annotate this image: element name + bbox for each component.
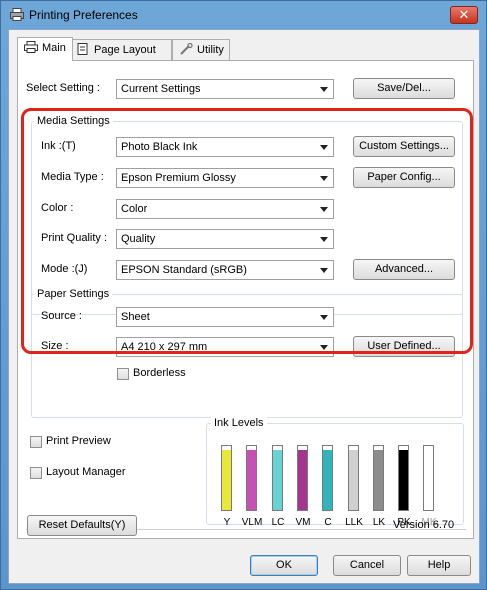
close-button[interactable]: ✕ <box>450 6 478 24</box>
title-bar[interactable]: Printing Preferences ✕ <box>1 1 486 29</box>
ink-label-y: Y <box>223 517 231 528</box>
ink-bar-fill-lc <box>273 450 282 510</box>
dialog-client: Main Page Layout Utility Select Setting … <box>8 29 480 584</box>
tab-page-layout[interactable]: Page Layout <box>69 39 172 60</box>
ink-bar-c <box>322 445 333 511</box>
ink-label-lc: LC <box>271 517 285 528</box>
help-button[interactable]: Help <box>407 555 471 576</box>
ink-bar-fill-c <box>323 450 332 510</box>
ink-bar-vlm <box>246 445 257 511</box>
ok-button[interactable]: OK <box>250 555 318 576</box>
ink-bar-y <box>221 445 232 511</box>
chevron-down-icon <box>320 87 328 92</box>
ink-bar-pk <box>398 445 409 511</box>
layout-manager-label: Layout Manager <box>46 466 126 478</box>
version-label: Version 6.70 <box>393 519 455 531</box>
ink-bar-fill-pk <box>399 450 408 510</box>
ink-label-vm: VM <box>295 517 311 528</box>
cancel-button[interactable]: Cancel <box>333 555 401 576</box>
layout-manager-checkbox[interactable] <box>30 467 42 479</box>
printing-preferences-window: Printing Preferences ✕ Main Page Layout <box>0 0 487 590</box>
ink-label-llk: LLK <box>345 517 363 528</box>
ink-levels-title: Ink Levels <box>211 417 267 429</box>
ink-label-lk: LK <box>372 517 386 528</box>
ink-bar-fill-llk <box>349 450 358 510</box>
printer-icon <box>10 8 24 21</box>
ink-bar-fill-vlm <box>247 450 256 510</box>
ink-label-vlm: VLM <box>241 517 263 528</box>
tab-page-layout-label: Page Layout <box>94 44 156 56</box>
tab-utility-label: Utility <box>197 44 224 56</box>
borderless-label: Borderless <box>133 367 186 379</box>
select-setting-label: Select Setting : <box>26 82 100 94</box>
tab-main[interactable]: Main <box>17 37 73 61</box>
print-preview-checkbox[interactable] <box>30 436 42 448</box>
select-setting-value: Current Settings <box>121 83 201 95</box>
select-setting-dropdown[interactable]: Current Settings <box>116 79 334 99</box>
save-del-button[interactable]: Save/Del... <box>353 78 455 99</box>
highlight-frame <box>21 108 473 354</box>
ink-bar-fill-y <box>222 450 231 510</box>
reset-defaults-button[interactable]: Reset Defaults(Y) <box>27 515 137 536</box>
page-layout-icon <box>77 43 88 55</box>
ink-label-c: C <box>324 517 332 528</box>
print-preview-label: Print Preview <box>46 435 111 447</box>
close-icon: ✕ <box>458 7 470 22</box>
printer-tab-icon <box>24 41 38 53</box>
ink-bar-llk <box>348 445 359 511</box>
wrench-icon <box>180 43 193 55</box>
window-title: Printing Preferences <box>29 8 138 22</box>
main-tab-panel: Select Setting : Current Settings Save/D… <box>17 60 474 539</box>
ink-bar-mk <box>423 445 434 511</box>
ink-bar-fill-lk <box>374 450 383 510</box>
borderless-checkbox[interactable] <box>117 368 129 380</box>
tab-utility[interactable]: Utility <box>172 39 230 60</box>
ink-bar-lc <box>272 445 283 511</box>
ink-bar-lk <box>373 445 384 511</box>
tab-main-label: Main <box>42 42 66 54</box>
ink-bar-vm <box>297 445 308 511</box>
ink-bar-fill-vm <box>298 450 307 510</box>
